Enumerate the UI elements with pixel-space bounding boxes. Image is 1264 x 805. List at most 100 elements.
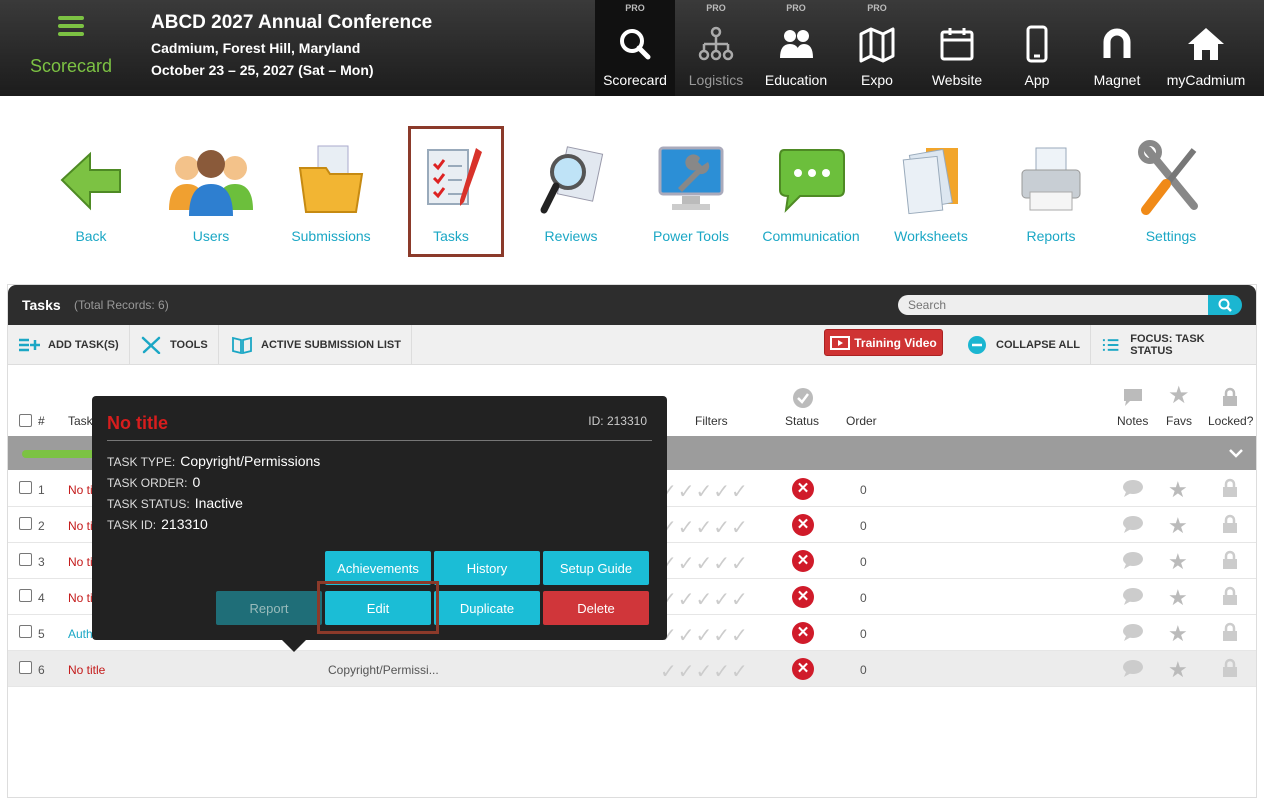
pro-badge: PRO bbox=[706, 3, 726, 13]
training-video-button[interactable]: Training Video bbox=[824, 329, 943, 356]
row-checkbox[interactable] bbox=[19, 517, 32, 530]
monitor-wrench-icon bbox=[656, 140, 726, 220]
topnav-scorecard[interactable]: PRO Scorecard bbox=[595, 0, 675, 96]
lock-icon[interactable] bbox=[1221, 658, 1239, 678]
row-number: 5 bbox=[38, 627, 45, 641]
note-icon[interactable] bbox=[1122, 587, 1144, 605]
delete-button[interactable]: Delete bbox=[543, 591, 649, 625]
org-chart-icon bbox=[676, 24, 756, 64]
note-icon[interactable] bbox=[1122, 659, 1144, 677]
achievements-button[interactable]: Achievements bbox=[325, 551, 431, 585]
topnav-expo[interactable]: PRO Expo bbox=[837, 0, 917, 96]
iconbar-communication[interactable]: Communication bbox=[751, 128, 871, 256]
topnav-website[interactable]: Website bbox=[917, 0, 997, 96]
popup-task-type: TASK TYPE: Copyright/Permissions bbox=[107, 453, 321, 469]
favorite-star-icon[interactable]: ★ bbox=[1168, 477, 1188, 503]
favorite-star-icon[interactable]: ★ bbox=[1168, 549, 1188, 575]
setup-guide-button[interactable]: Setup Guide bbox=[543, 551, 649, 585]
iconbar-reports[interactable]: Reports bbox=[991, 128, 1111, 256]
chevron-down-icon[interactable] bbox=[1228, 446, 1244, 460]
search-button[interactable] bbox=[1208, 295, 1242, 315]
topnav-label: Education bbox=[764, 72, 828, 88]
topnav-label: Scorecard bbox=[603, 72, 667, 88]
iconbar-back[interactable]: Back bbox=[31, 128, 151, 256]
iconbar-label: Worksheets bbox=[894, 228, 968, 244]
topnav-mycadmium[interactable]: myCadmium bbox=[1158, 0, 1254, 96]
lock-icon[interactable] bbox=[1221, 514, 1239, 534]
select-all-checkbox[interactable] bbox=[19, 414, 32, 427]
note-icon[interactable] bbox=[1122, 479, 1144, 497]
note-icon[interactable] bbox=[1122, 623, 1144, 641]
lock-icon[interactable] bbox=[1221, 622, 1239, 642]
lock-icon[interactable] bbox=[1221, 550, 1239, 570]
collapse-all-button[interactable]: COLLAPSE ALL bbox=[956, 325, 1091, 364]
list-icon bbox=[1102, 338, 1119, 351]
history-button[interactable]: History bbox=[434, 551, 540, 585]
inactive-status-icon[interactable]: ✕ bbox=[792, 550, 814, 572]
col-favs: Favs bbox=[1166, 414, 1193, 428]
inactive-status-icon[interactable]: ✕ bbox=[792, 622, 814, 644]
lock-icon[interactable] bbox=[1221, 586, 1239, 606]
star-icon: ★ bbox=[1168, 382, 1190, 409]
inactive-status-icon[interactable]: ✕ bbox=[792, 514, 814, 536]
topnav-education[interactable]: PRO Education bbox=[756, 0, 836, 96]
add-list-icon bbox=[19, 338, 40, 351]
row-order: 0 bbox=[860, 519, 867, 533]
row-checkbox[interactable] bbox=[19, 481, 32, 494]
favorite-star-icon[interactable]: ★ bbox=[1168, 513, 1188, 539]
iconbar-power-tools[interactable]: Power Tools bbox=[631, 128, 751, 256]
iconbar-label: Reports bbox=[1026, 228, 1076, 244]
topnav-label: Magnet bbox=[1093, 72, 1141, 88]
magnet-icon bbox=[1077, 24, 1157, 64]
favorite-star-icon[interactable]: ★ bbox=[1168, 621, 1188, 647]
tasks-highlight-box bbox=[408, 126, 504, 257]
inactive-status-icon[interactable]: ✕ bbox=[792, 658, 814, 680]
row-order: 0 bbox=[860, 591, 867, 605]
folder-icon bbox=[296, 140, 366, 220]
note-icon[interactable] bbox=[1122, 551, 1144, 569]
row-number: 2 bbox=[38, 519, 45, 533]
iconbar-label: Settings bbox=[1145, 228, 1197, 244]
row-checkbox[interactable] bbox=[19, 661, 32, 674]
popup-divider bbox=[107, 440, 652, 441]
report-button[interactable]: Report bbox=[216, 591, 322, 625]
favorite-star-icon[interactable]: ★ bbox=[1168, 657, 1188, 683]
topnav-magnet[interactable]: Magnet bbox=[1077, 0, 1157, 96]
search-input[interactable] bbox=[898, 295, 1208, 315]
topnav-label: Expo bbox=[861, 72, 893, 88]
favorite-star-icon[interactable]: ★ bbox=[1168, 585, 1188, 611]
tools-button[interactable]: TOOLS bbox=[130, 325, 219, 364]
iconbar-users[interactable]: Users bbox=[151, 128, 271, 256]
focus-task-status-button[interactable]: FOCUS: TASK STATUS bbox=[1091, 325, 1256, 364]
row-checkbox[interactable] bbox=[19, 589, 32, 602]
row-task-type: Copyright/Permissi... bbox=[328, 663, 439, 677]
brand[interactable]: Scorecard bbox=[0, 0, 140, 96]
iconbar-reviews[interactable]: Reviews bbox=[511, 128, 631, 256]
iconbar-submissions[interactable]: Submissions bbox=[271, 128, 391, 256]
iconbar-settings[interactable]: Settings bbox=[1111, 128, 1231, 256]
search-icon bbox=[1218, 298, 1232, 312]
inactive-status-icon[interactable]: ✕ bbox=[792, 586, 814, 608]
row-title-link[interactable]: No title bbox=[68, 663, 105, 677]
pro-badge: PRO bbox=[786, 3, 806, 13]
inactive-status-icon[interactable]: ✕ bbox=[792, 478, 814, 500]
add-tasks-button[interactable]: ADD TASK(S) bbox=[8, 325, 130, 364]
row-checkbox[interactable] bbox=[19, 553, 32, 566]
chat-bubble-icon bbox=[776, 140, 846, 220]
topnav-logistics[interactable]: PRO Logistics bbox=[676, 0, 756, 96]
active-submission-list-button[interactable]: ACTIVE SUBMISSION LIST bbox=[221, 325, 412, 364]
table-row[interactable]: 6 No title Copyright/Permissi... ✓✓✓✓✓ ✕ 0 ★ bbox=[8, 651, 1256, 687]
iconbar-worksheets[interactable]: Worksheets bbox=[871, 128, 991, 256]
popup-task-order: TASK ORDER: 0 bbox=[107, 474, 201, 490]
filter-check-icons: ✓✓✓✓✓ bbox=[660, 661, 749, 683]
edit-highlight-box bbox=[317, 581, 439, 634]
back-arrow-icon bbox=[56, 140, 126, 220]
note-icon[interactable] bbox=[1122, 515, 1144, 533]
menu-icon[interactable] bbox=[58, 16, 84, 36]
topnav-app[interactable]: App bbox=[997, 0, 1077, 96]
duplicate-button[interactable]: Duplicate bbox=[434, 591, 540, 625]
lock-icon[interactable] bbox=[1221, 478, 1239, 498]
row-number: 4 bbox=[38, 591, 45, 605]
collapse-icon bbox=[968, 335, 986, 354]
row-checkbox[interactable] bbox=[19, 625, 32, 638]
